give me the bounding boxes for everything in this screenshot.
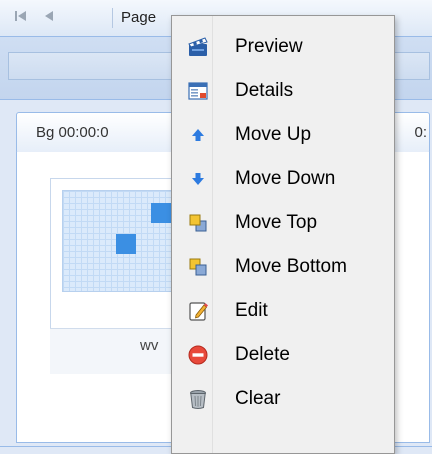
thumbnail-caption-bar xyxy=(50,328,180,374)
arrow-up-icon xyxy=(187,124,209,146)
menu-item-label: Details xyxy=(235,80,294,101)
trash-can-icon xyxy=(187,388,209,410)
menu-item-label: Move Bottom xyxy=(235,256,347,277)
menu-item-preview[interactable]: Preview xyxy=(173,25,393,69)
slide-tab-label: Bg 00:00:0 xyxy=(36,124,109,141)
menu-item-delete[interactable]: Delete xyxy=(173,333,393,377)
move-bottom-icon xyxy=(187,256,209,278)
context-menu: Preview Details Move Up Move Down Move T… xyxy=(171,15,395,454)
menu-item-move-down[interactable]: Move Down xyxy=(173,157,393,201)
menu-item-edit[interactable]: Edit xyxy=(173,289,393,333)
preview-block xyxy=(151,203,171,223)
first-page-icon[interactable] xyxy=(14,9,28,26)
delete-icon xyxy=(187,344,209,366)
arrow-down-icon xyxy=(187,168,209,190)
details-window-icon xyxy=(187,80,209,102)
menu-item-label: Preview xyxy=(235,36,303,57)
prev-page-icon[interactable] xyxy=(42,9,56,26)
menu-item-clear[interactable]: Clear xyxy=(173,377,393,421)
menu-item-move-up[interactable]: Move Up xyxy=(173,113,393,157)
menu-item-label: Edit xyxy=(235,300,268,321)
toolbar-separator xyxy=(112,8,113,28)
menu-item-label: Delete xyxy=(235,344,290,365)
page-label: Page xyxy=(121,9,157,26)
edit-icon xyxy=(187,300,209,322)
menu-item-details[interactable]: Details xyxy=(173,69,393,113)
slide-preview-grid xyxy=(62,190,174,292)
move-top-icon xyxy=(187,212,209,234)
preview-block xyxy=(116,234,136,254)
clapperboard-icon xyxy=(187,36,209,58)
thumbnail-caption: wv xyxy=(140,337,159,354)
menu-item-label: Move Down xyxy=(235,168,336,189)
menu-item-label: Move Top xyxy=(235,212,318,233)
menu-item-label: Clear xyxy=(235,388,281,409)
menu-item-move-top[interactable]: Move Top xyxy=(173,201,393,245)
slide-tab-right-text: 0: xyxy=(414,124,427,141)
menu-item-move-bottom[interactable]: Move Bottom xyxy=(173,245,393,289)
menu-item-label: Move Up xyxy=(235,124,312,145)
